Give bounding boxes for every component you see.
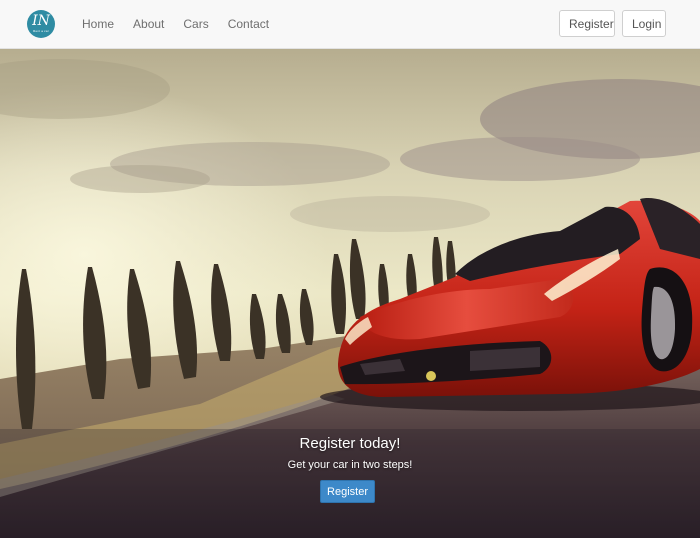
brand-logo-text: IN [32, 13, 50, 29]
nav-link-cars[interactable]: Cars [183, 16, 208, 32]
register-button[interactable]: Register [559, 10, 615, 37]
hero-title: Register today! [299, 435, 401, 452]
hero-register-button[interactable]: Register [320, 480, 375, 503]
main-nav: Home About Cars Contact [82, 16, 288, 32]
brand-logo-subtext: Rent a car [33, 29, 49, 33]
nav-link-home[interactable]: Home [82, 16, 114, 32]
hero-section: Register today! Get your car in two step… [0, 49, 700, 538]
login-button[interactable]: Login [622, 10, 666, 37]
hero-subtitle: Get your car in two steps! [287, 459, 413, 471]
brand-logo[interactable]: IN Rent a car [27, 10, 55, 38]
navbar: IN Rent a car Home About Cars Contact Re… [0, 0, 700, 49]
nav-link-contact[interactable]: Contact [228, 16, 269, 32]
nav-link-about[interactable]: About [133, 16, 164, 32]
